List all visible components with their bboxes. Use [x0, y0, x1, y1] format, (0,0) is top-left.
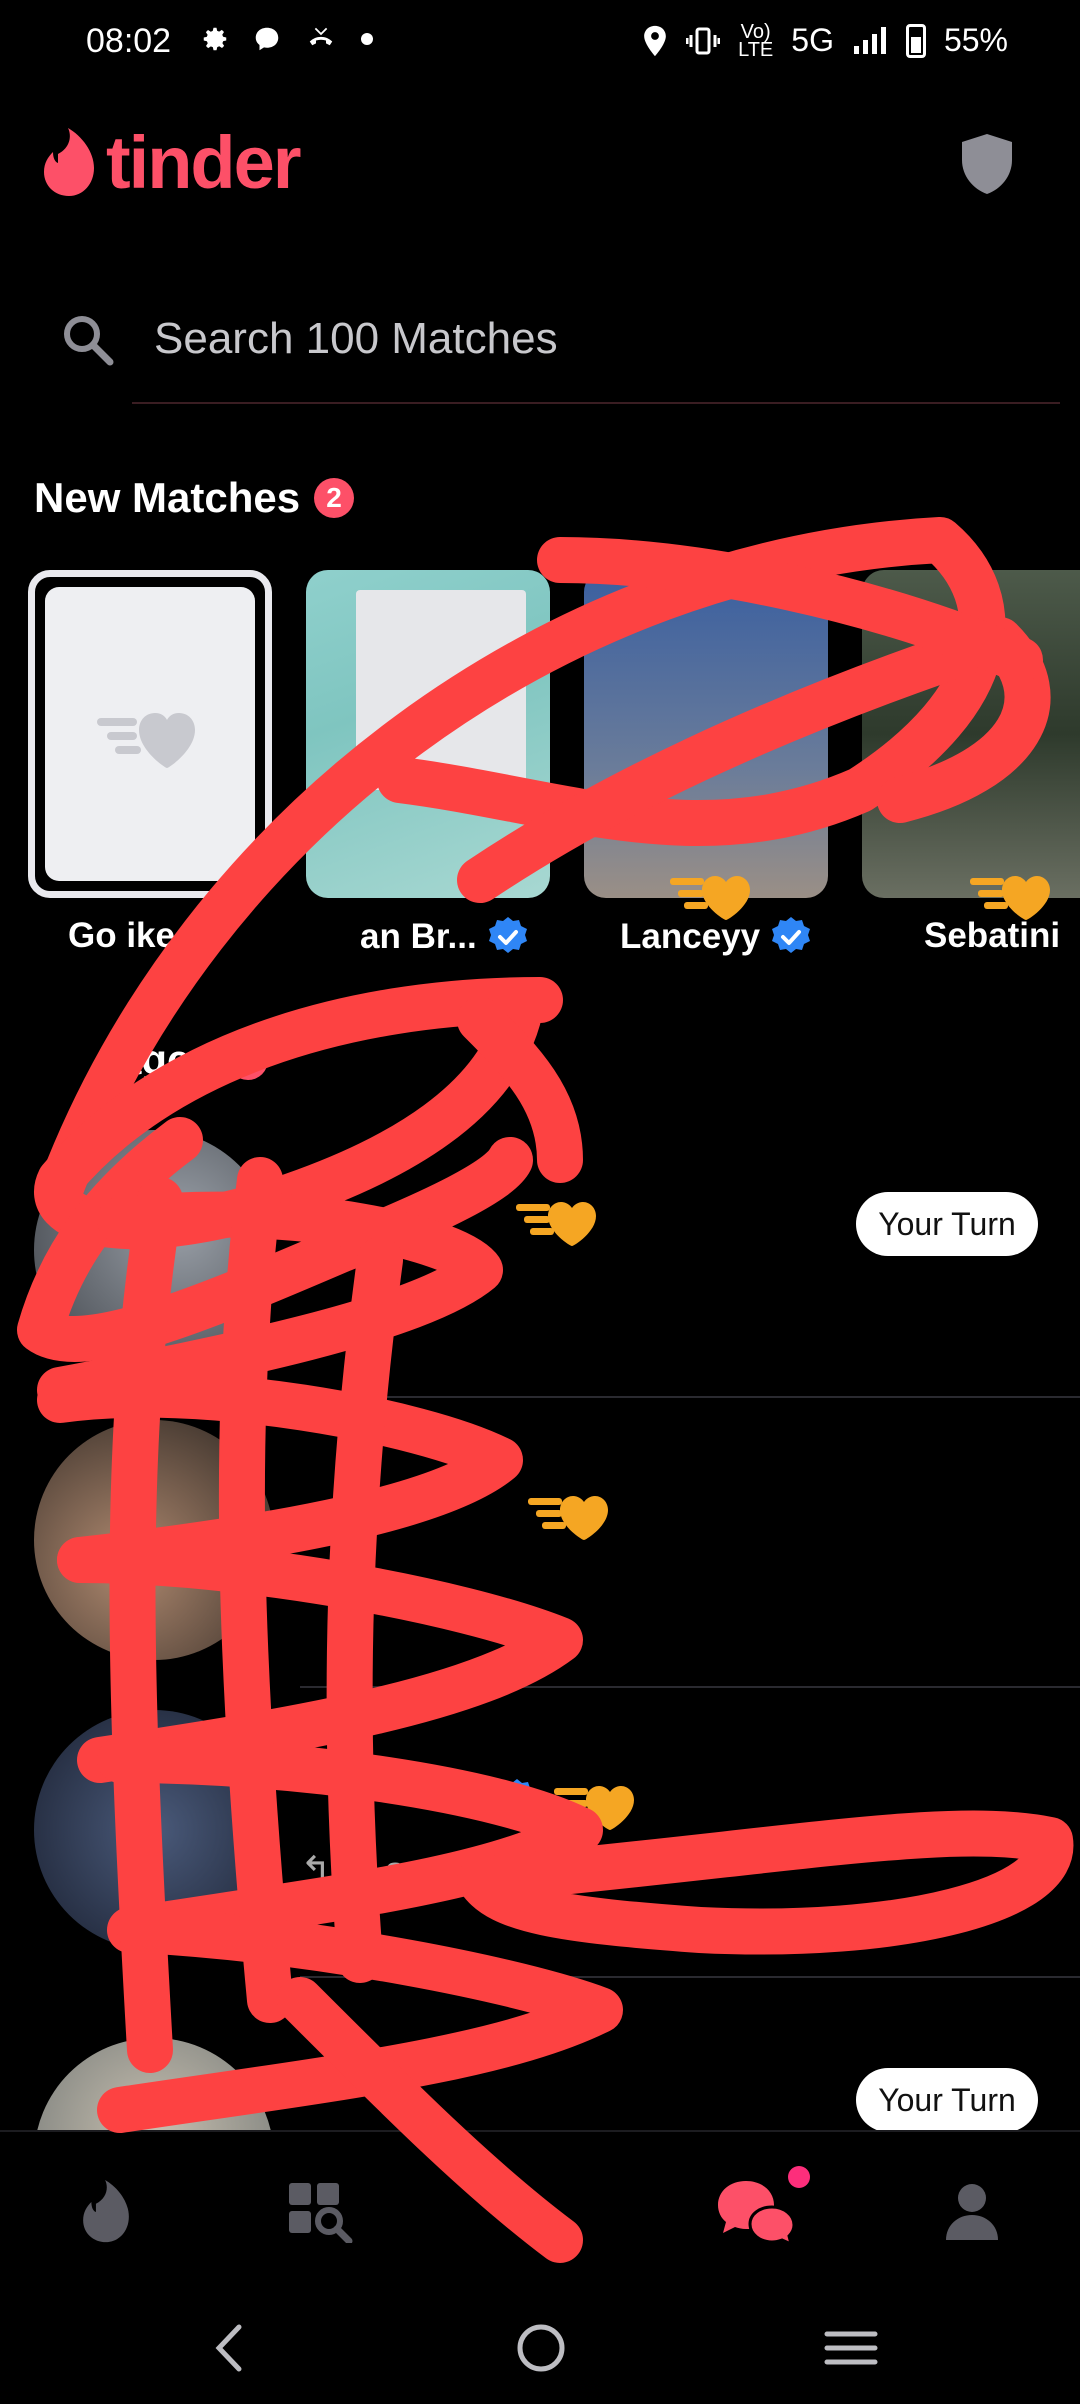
row-divider	[300, 1396, 1080, 1398]
battery-icon	[905, 23, 926, 58]
network-type: 5G	[791, 22, 834, 58]
search-underline	[132, 402, 1060, 404]
message-row[interactable]: Your Turn	[0, 1980, 1080, 2130]
bottom-nav	[0, 2130, 1080, 2285]
message-snippet: ↰ha a st	[300, 1850, 446, 1892]
message-snippet: ↰	[300, 1558, 332, 1600]
shield-icon[interactable]	[960, 134, 1014, 194]
back-icon	[215, 2324, 242, 2372]
message-row[interactable]: Your Turn	[0, 1110, 1080, 1400]
profile-icon	[946, 2184, 998, 2240]
likes-card[interactable]	[28, 570, 272, 898]
verified-badge-icon	[772, 917, 811, 953]
missed-call-icon	[309, 27, 333, 46]
avatar	[34, 1420, 274, 1660]
row-divider	[300, 1976, 1080, 1978]
your-turn-badge: Your Turn	[856, 2068, 1038, 2130]
nav-profile[interactable]	[932, 2172, 1012, 2252]
tinder-logo: tinder	[40, 120, 302, 205]
your-turn-badge: Your Turn	[856, 1192, 1038, 1256]
super-like-heart-icon	[528, 1496, 608, 1540]
vibrate-icon	[686, 27, 721, 54]
dot-icon	[361, 33, 373, 45]
gear-icon	[203, 27, 227, 51]
back-button[interactable]	[194, 2313, 264, 2383]
search-input[interactable]	[154, 308, 994, 370]
search-bar	[60, 290, 1060, 404]
verified-badge-icon	[498, 1779, 536, 1815]
super-like-heart-icon	[670, 876, 750, 920]
messages-title: ages	[118, 1036, 214, 1083]
status-bar: 08:02 Vo) LTE 5G 55%	[0, 0, 1080, 90]
chat-bubble-icon	[255, 27, 279, 51]
match-name-row: an Br...	[360, 916, 529, 958]
system-nav-bar	[0, 2285, 1080, 2404]
location-icon	[644, 25, 666, 56]
recents-icon	[824, 2331, 878, 2365]
super-like-heart-icon	[970, 876, 1050, 920]
flame-icon	[83, 2180, 129, 2243]
search-icon	[64, 316, 114, 366]
chat-icon	[718, 2181, 796, 2245]
new-matches-carousel: Go ikes an Br... Lanceyy Sebatini	[28, 570, 1080, 970]
home-icon	[517, 2324, 565, 2372]
flame-logo-icon	[44, 127, 94, 196]
nav-chat[interactable]	[716, 2166, 810, 2252]
brand-name: tinder	[106, 121, 302, 204]
new-matches-heading: New Matches 2	[34, 474, 355, 522]
match-name: Go ikes	[68, 916, 195, 955]
signal-icon	[853, 26, 886, 54]
message-row[interactable]: ↰	[0, 1400, 1080, 1690]
recents-button[interactable]	[816, 2313, 886, 2383]
avatar	[34, 1710, 274, 1950]
super-like-heart-icon	[554, 1786, 634, 1830]
status-time: 08:02	[86, 22, 172, 60]
super-like-heart-icon	[516, 1202, 596, 1246]
match-name: an Br...	[360, 917, 477, 956]
match-photo[interactable]	[584, 570, 828, 898]
new-matches-count-badge: 2	[314, 478, 355, 518]
volte-icon: Vo) LTE	[738, 20, 774, 61]
battery-percent: 55%	[943, 22, 1008, 58]
row-divider	[300, 1686, 1080, 1688]
match-photo[interactable]	[862, 570, 1080, 898]
messages-count-badge: 2	[227, 1040, 268, 1080]
avatar	[34, 2038, 274, 2130]
new-matches-title: New Matches	[34, 474, 301, 521]
home-button[interactable]	[506, 2313, 576, 2383]
nav-explore[interactable]	[280, 2172, 360, 2252]
explore-icon	[289, 2183, 353, 2243]
verified-badge-icon	[488, 917, 527, 953]
message-row[interactable]: ↰ha a st	[0, 1690, 1080, 1980]
nav-swipe[interactable]	[66, 2172, 146, 2252]
messages-heading: ages 2	[118, 1036, 268, 1084]
heart-with-speed-lines-icon	[97, 713, 195, 768]
app-header: tinder	[0, 120, 1080, 230]
match-photo[interactable]	[306, 570, 550, 898]
unread-dot	[788, 2166, 810, 2188]
avatar	[34, 1130, 274, 1370]
